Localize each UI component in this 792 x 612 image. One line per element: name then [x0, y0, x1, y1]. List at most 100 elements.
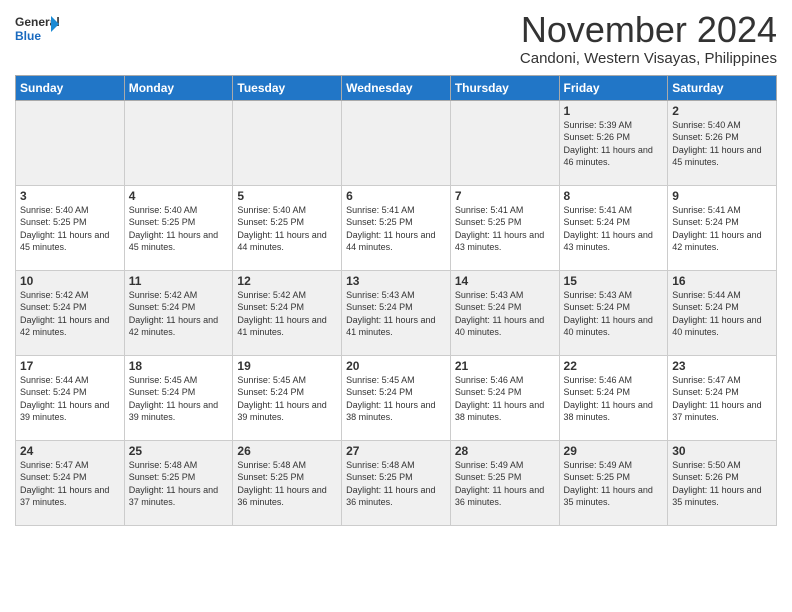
header: General Blue November 2024 Candoni, West…: [15, 10, 777, 67]
calendar-cell: 22Sunrise: 5:46 AM Sunset: 5:24 PM Dayli…: [559, 355, 668, 440]
calendar-cell: 12Sunrise: 5:42 AM Sunset: 5:24 PM Dayli…: [233, 270, 342, 355]
calendar-week-row: 17Sunrise: 5:44 AM Sunset: 5:24 PM Dayli…: [16, 355, 777, 440]
day-info: Sunrise: 5:47 AM Sunset: 5:24 PM Dayligh…: [20, 459, 120, 509]
day-number: 8: [564, 189, 664, 203]
day-info: Sunrise: 5:45 AM Sunset: 5:24 PM Dayligh…: [129, 374, 229, 424]
day-number: 4: [129, 189, 229, 203]
calendar-cell: 26Sunrise: 5:48 AM Sunset: 5:25 PM Dayli…: [233, 440, 342, 525]
day-info: Sunrise: 5:49 AM Sunset: 5:25 PM Dayligh…: [455, 459, 555, 509]
day-number: 27: [346, 444, 446, 458]
calendar-cell: 24Sunrise: 5:47 AM Sunset: 5:24 PM Dayli…: [16, 440, 125, 525]
calendar-cell: 6Sunrise: 5:41 AM Sunset: 5:25 PM Daylig…: [342, 185, 451, 270]
title-area: November 2024 Candoni, Western Visayas, …: [520, 10, 777, 67]
day-info: Sunrise: 5:42 AM Sunset: 5:24 PM Dayligh…: [20, 289, 120, 339]
month-title: November 2024: [520, 10, 777, 50]
calendar-week-row: 3Sunrise: 5:40 AM Sunset: 5:25 PM Daylig…: [16, 185, 777, 270]
calendar-cell: 9Sunrise: 5:41 AM Sunset: 5:24 PM Daylig…: [668, 185, 777, 270]
day-info: Sunrise: 5:46 AM Sunset: 5:24 PM Dayligh…: [564, 374, 664, 424]
day-info: Sunrise: 5:43 AM Sunset: 5:24 PM Dayligh…: [346, 289, 446, 339]
weekday-header-row: SundayMondayTuesdayWednesdayThursdayFrid…: [16, 75, 777, 100]
calendar-cell: 8Sunrise: 5:41 AM Sunset: 5:24 PM Daylig…: [559, 185, 668, 270]
weekday-header: Wednesday: [342, 75, 451, 100]
day-info: Sunrise: 5:47 AM Sunset: 5:24 PM Dayligh…: [672, 374, 772, 424]
day-number: 23: [672, 359, 772, 373]
day-number: 11: [129, 274, 229, 288]
day-info: Sunrise: 5:40 AM Sunset: 5:25 PM Dayligh…: [20, 204, 120, 254]
weekday-header: Saturday: [668, 75, 777, 100]
calendar-cell: 1Sunrise: 5:39 AM Sunset: 5:26 PM Daylig…: [559, 100, 668, 185]
day-info: Sunrise: 5:48 AM Sunset: 5:25 PM Dayligh…: [346, 459, 446, 509]
day-number: 14: [455, 274, 555, 288]
day-number: 7: [455, 189, 555, 203]
day-info: Sunrise: 5:43 AM Sunset: 5:24 PM Dayligh…: [564, 289, 664, 339]
calendar-week-row: 1Sunrise: 5:39 AM Sunset: 5:26 PM Daylig…: [16, 100, 777, 185]
day-number: 12: [237, 274, 337, 288]
calendar-cell: 13Sunrise: 5:43 AM Sunset: 5:24 PM Dayli…: [342, 270, 451, 355]
day-number: 26: [237, 444, 337, 458]
weekday-header: Tuesday: [233, 75, 342, 100]
calendar-cell: 15Sunrise: 5:43 AM Sunset: 5:24 PM Dayli…: [559, 270, 668, 355]
calendar-cell: 29Sunrise: 5:49 AM Sunset: 5:25 PM Dayli…: [559, 440, 668, 525]
calendar-week-row: 10Sunrise: 5:42 AM Sunset: 5:24 PM Dayli…: [16, 270, 777, 355]
calendar-cell: [342, 100, 451, 185]
calendar-cell: 5Sunrise: 5:40 AM Sunset: 5:25 PM Daylig…: [233, 185, 342, 270]
day-number: 17: [20, 359, 120, 373]
day-info: Sunrise: 5:49 AM Sunset: 5:25 PM Dayligh…: [564, 459, 664, 509]
day-info: Sunrise: 5:40 AM Sunset: 5:25 PM Dayligh…: [237, 204, 337, 254]
day-number: 20: [346, 359, 446, 373]
day-number: 10: [20, 274, 120, 288]
day-number: 30: [672, 444, 772, 458]
calendar-cell: 2Sunrise: 5:40 AM Sunset: 5:26 PM Daylig…: [668, 100, 777, 185]
calendar-cell: 11Sunrise: 5:42 AM Sunset: 5:24 PM Dayli…: [124, 270, 233, 355]
calendar-cell: 27Sunrise: 5:48 AM Sunset: 5:25 PM Dayli…: [342, 440, 451, 525]
day-info: Sunrise: 5:41 AM Sunset: 5:24 PM Dayligh…: [564, 204, 664, 254]
calendar-cell: [16, 100, 125, 185]
day-info: Sunrise: 5:43 AM Sunset: 5:24 PM Dayligh…: [455, 289, 555, 339]
day-info: Sunrise: 5:45 AM Sunset: 5:24 PM Dayligh…: [346, 374, 446, 424]
day-info: Sunrise: 5:46 AM Sunset: 5:24 PM Dayligh…: [455, 374, 555, 424]
weekday-header: Sunday: [16, 75, 125, 100]
day-info: Sunrise: 5:42 AM Sunset: 5:24 PM Dayligh…: [237, 289, 337, 339]
logo: General Blue: [15, 10, 55, 50]
calendar-cell: 30Sunrise: 5:50 AM Sunset: 5:26 PM Dayli…: [668, 440, 777, 525]
day-info: Sunrise: 5:40 AM Sunset: 5:26 PM Dayligh…: [672, 119, 772, 169]
day-number: 15: [564, 274, 664, 288]
day-info: Sunrise: 5:45 AM Sunset: 5:24 PM Dayligh…: [237, 374, 337, 424]
day-number: 28: [455, 444, 555, 458]
day-info: Sunrise: 5:41 AM Sunset: 5:24 PM Dayligh…: [672, 204, 772, 254]
day-info: Sunrise: 5:42 AM Sunset: 5:24 PM Dayligh…: [129, 289, 229, 339]
calendar-cell: 20Sunrise: 5:45 AM Sunset: 5:24 PM Dayli…: [342, 355, 451, 440]
calendar-cell: [124, 100, 233, 185]
weekday-header: Thursday: [450, 75, 559, 100]
day-info: Sunrise: 5:48 AM Sunset: 5:25 PM Dayligh…: [237, 459, 337, 509]
svg-text:Blue: Blue: [15, 29, 41, 43]
calendar-cell: 14Sunrise: 5:43 AM Sunset: 5:24 PM Dayli…: [450, 270, 559, 355]
day-number: 1: [564, 104, 664, 118]
day-info: Sunrise: 5:48 AM Sunset: 5:25 PM Dayligh…: [129, 459, 229, 509]
day-number: 13: [346, 274, 446, 288]
calendar-cell: 19Sunrise: 5:45 AM Sunset: 5:24 PM Dayli…: [233, 355, 342, 440]
calendar-cell: 7Sunrise: 5:41 AM Sunset: 5:25 PM Daylig…: [450, 185, 559, 270]
day-info: Sunrise: 5:44 AM Sunset: 5:24 PM Dayligh…: [20, 374, 120, 424]
calendar-cell: 28Sunrise: 5:49 AM Sunset: 5:25 PM Dayli…: [450, 440, 559, 525]
day-number: 21: [455, 359, 555, 373]
day-number: 18: [129, 359, 229, 373]
day-number: 2: [672, 104, 772, 118]
day-number: 6: [346, 189, 446, 203]
day-info: Sunrise: 5:39 AM Sunset: 5:26 PM Dayligh…: [564, 119, 664, 169]
day-number: 3: [20, 189, 120, 203]
day-number: 5: [237, 189, 337, 203]
day-info: Sunrise: 5:41 AM Sunset: 5:25 PM Dayligh…: [455, 204, 555, 254]
calendar-cell: 16Sunrise: 5:44 AM Sunset: 5:24 PM Dayli…: [668, 270, 777, 355]
day-number: 16: [672, 274, 772, 288]
day-info: Sunrise: 5:50 AM Sunset: 5:26 PM Dayligh…: [672, 459, 772, 509]
calendar-cell: 3Sunrise: 5:40 AM Sunset: 5:25 PM Daylig…: [16, 185, 125, 270]
day-number: 9: [672, 189, 772, 203]
location-subtitle: Candoni, Western Visayas, Philippines: [520, 50, 777, 67]
day-number: 25: [129, 444, 229, 458]
calendar-cell: [233, 100, 342, 185]
day-number: 24: [20, 444, 120, 458]
day-number: 29: [564, 444, 664, 458]
day-number: 22: [564, 359, 664, 373]
weekday-header: Friday: [559, 75, 668, 100]
